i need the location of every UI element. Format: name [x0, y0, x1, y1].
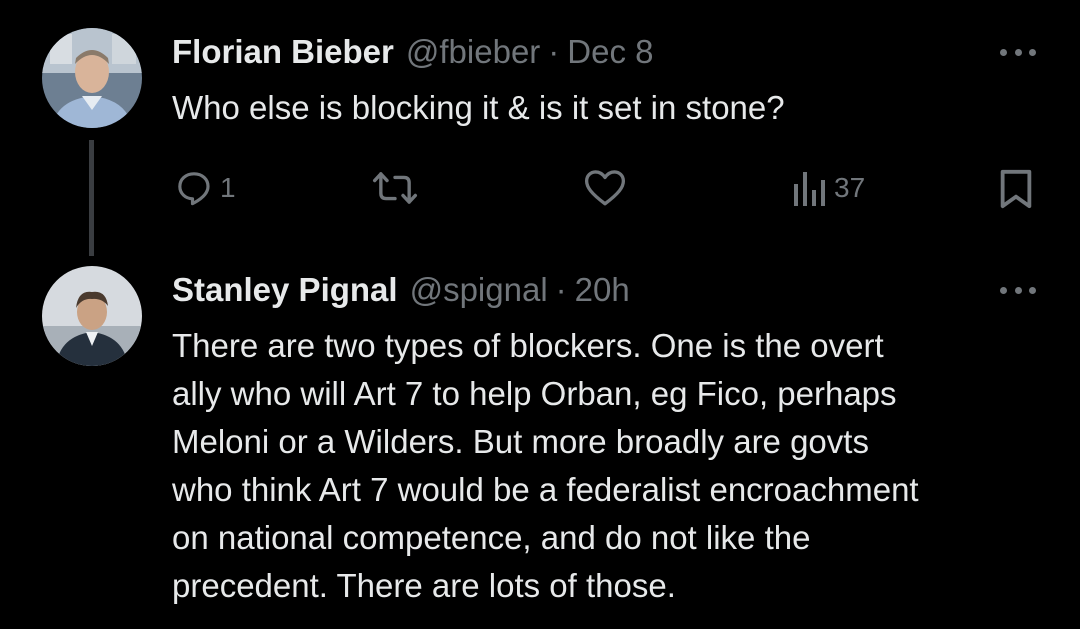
more-dot-icon	[1000, 48, 1007, 56]
tweet-text: There are two types of blockers. One is …	[172, 322, 1052, 610]
tweet-text-line: on national competence, and do not like …	[172, 519, 811, 556]
reply-button[interactable]: 1	[174, 168, 236, 208]
avatar-photo-icon	[42, 28, 142, 128]
more-dot-icon	[1029, 48, 1036, 56]
retweet-button[interactable]	[372, 168, 418, 208]
separator-dot: ·	[548, 33, 560, 70]
views-chart-icon	[794, 172, 825, 206]
avatar[interactable]	[42, 266, 142, 366]
avatar[interactable]	[42, 28, 142, 128]
tweet-header: Stanley Pignal @spignal · 20h	[172, 270, 630, 310]
tweet-stanley-pignal[interactable]: Stanley Pignal @spignal · 20h There are …	[0, 256, 1080, 629]
more-options-button[interactable]	[1000, 42, 1036, 62]
more-dot-icon	[1000, 286, 1007, 294]
tweet-text: Who else is blocking it & is it set in s…	[172, 84, 1052, 132]
tweet-text-line: Meloni or a Wilders. But more broadly ar…	[172, 423, 869, 460]
more-dot-icon	[1014, 48, 1022, 56]
tweet-timestamp[interactable]: Dec 8	[567, 33, 653, 71]
separator-dot: ·	[555, 271, 567, 308]
tweet-text-line: Who else is blocking it & is it set in s…	[172, 89, 785, 126]
bookmark-button[interactable]	[998, 168, 1034, 210]
avatar-photo-icon	[42, 266, 142, 366]
author-name[interactable]: Florian Bieber	[172, 33, 394, 71]
tweet-text-line: ally who will Art 7 to help Orban, eg Fi…	[172, 375, 897, 412]
tweet-header: Florian Bieber @fbieber · Dec 8	[172, 32, 654, 72]
author-name[interactable]: Stanley Pignal	[172, 271, 398, 309]
more-dot-icon	[1014, 286, 1022, 294]
bookmark-icon	[1000, 169, 1032, 209]
views-count: 37	[834, 172, 866, 203]
retweet-icon	[372, 172, 418, 204]
tweet-text-line: precedent. There are lots of those.	[172, 567, 676, 604]
reply-count: 1	[220, 172, 236, 203]
more-dot-icon	[1029, 286, 1036, 294]
author-handle[interactable]: @spignal	[410, 271, 548, 309]
tweet-florian-bieber[interactable]: Florian Bieber @fbieber · Dec 8 Who else…	[0, 0, 1080, 256]
reply-icon	[178, 172, 210, 206]
like-button[interactable]	[584, 168, 626, 208]
more-options-button[interactable]	[1000, 280, 1036, 300]
tweet-actions: 1 37	[0, 166, 1080, 210]
views-button[interactable]: 37	[792, 168, 865, 208]
tweet-timestamp[interactable]: 20h	[575, 271, 630, 309]
heart-icon	[584, 170, 626, 206]
author-handle[interactable]: @fbieber	[406, 33, 540, 71]
tweet-text-line: who think Art 7 would be a federalist en…	[172, 471, 919, 508]
tweet-text-line: There are two types of blockers. One is …	[172, 327, 884, 364]
